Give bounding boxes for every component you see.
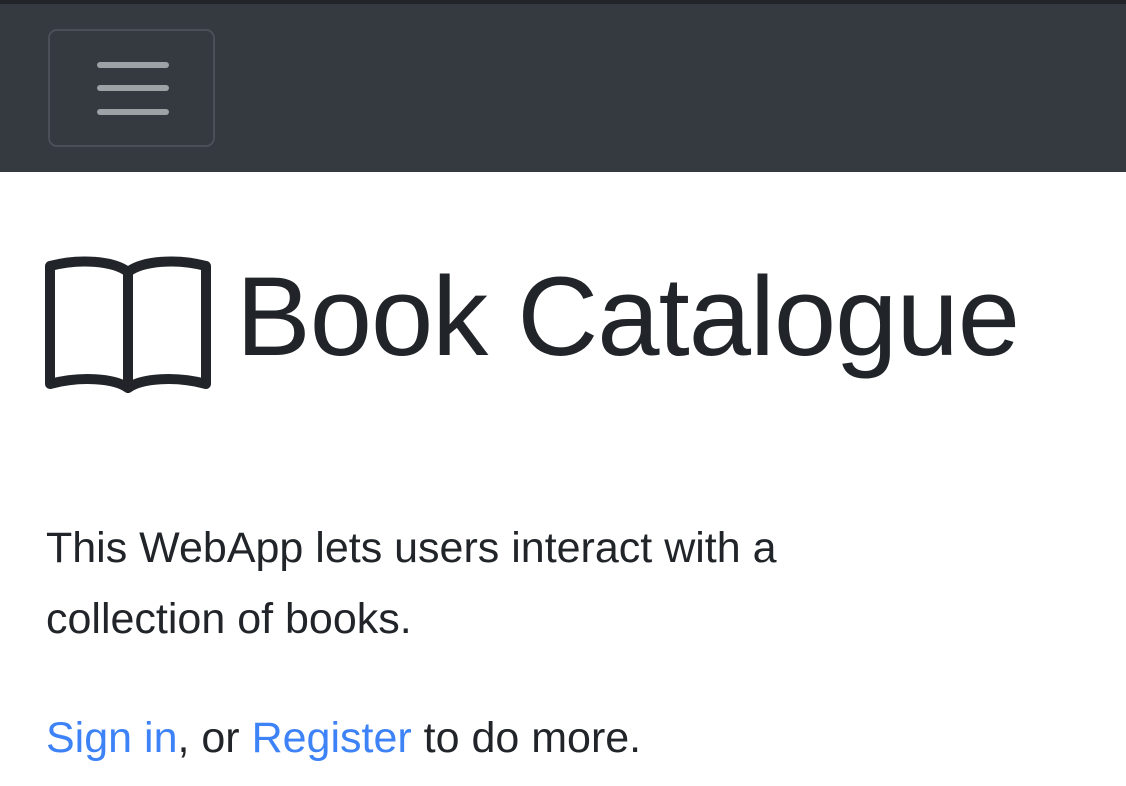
register-link[interactable]: Register bbox=[252, 714, 412, 762]
cta-suffix: to do more. bbox=[411, 714, 642, 762]
top-navbar bbox=[0, 0, 1126, 172]
main-content: Book Catalogue This WebApp lets users in… bbox=[0, 172, 1126, 786]
call-to-action: Sign in, or Register to do more. bbox=[46, 703, 641, 774]
navbar-toggle-button[interactable] bbox=[48, 29, 215, 147]
open-book-icon bbox=[45, 256, 211, 393]
page-header: Book Catalogue bbox=[44, 254, 1020, 394]
hamburger-menu-icon-bar-top bbox=[97, 62, 169, 68]
intro-text: This WebApp lets users interact with a c… bbox=[46, 524, 777, 643]
page-title: Book Catalogue bbox=[236, 254, 1020, 379]
hamburger-menu-icon-bar-bottom bbox=[97, 109, 169, 115]
hamburger-menu-icon-bar-middle bbox=[97, 85, 169, 91]
cta-separator: , or bbox=[177, 714, 252, 762]
sign-in-link[interactable]: Sign in bbox=[46, 714, 177, 762]
